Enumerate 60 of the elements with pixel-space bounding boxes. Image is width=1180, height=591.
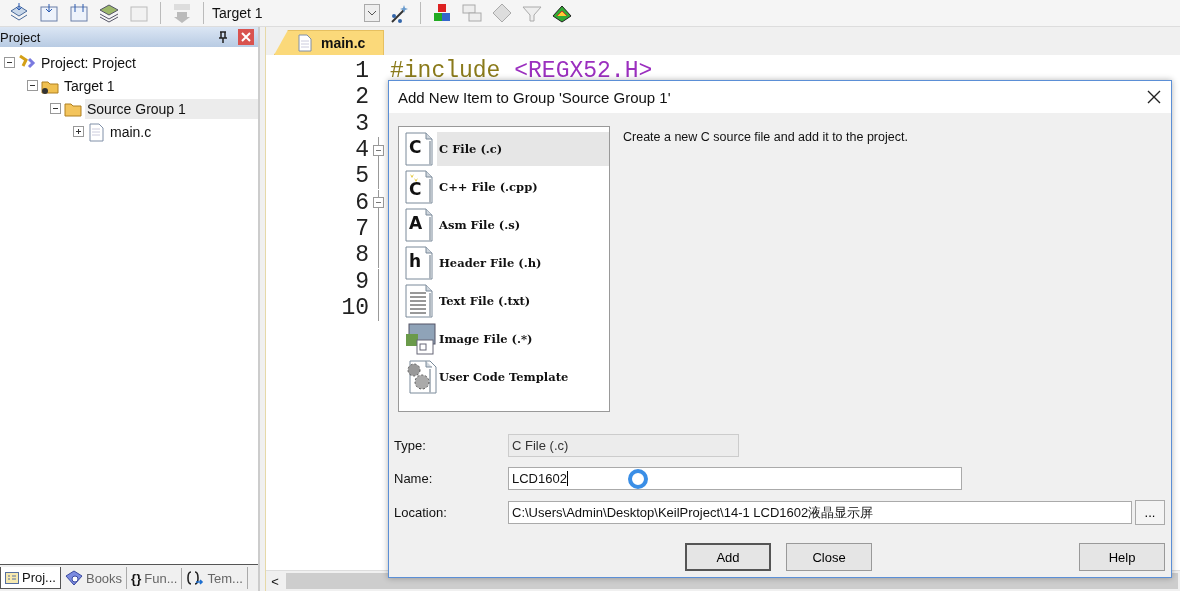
field-label: Name: [394,471,434,486]
browse-button[interactable]: ... [1135,500,1165,525]
line-number: 9 [354,268,369,295]
code-token: <REGX52.H> [514,58,653,85]
file-icon [297,34,313,52]
panel-tab[interactable]: Tem... [182,567,248,589]
expander-icon[interactable] [73,126,84,137]
input-field[interactable]: LCD1602 [508,467,962,490]
panel-tab[interactable]: {} Fun... [127,567,183,589]
tree-item[interactable]: main.c [108,121,258,142]
text-file-icon [405,284,433,318]
dialog-button[interactable]: Add [685,543,771,571]
line-number: 8 [354,242,369,269]
list-item[interactable]: Asm File (.s) [437,208,609,242]
panel-title: Project [0,29,41,45]
project-window-icon [5,571,19,584]
code-token: #include [390,58,501,85]
braces-icon: {} [131,570,142,586]
expander-icon[interactable] [50,103,61,114]
input-field[interactable]: C:\Users\Admin\Desktop\KeilProject\14-1 LCD1602液晶显示屏 [508,501,1132,524]
line-number: 3 [354,110,369,137]
field-label: Type: [394,438,427,453]
expander-icon[interactable] [27,80,38,91]
fold-icon[interactable] [373,144,384,156]
fold-icon[interactable] [373,197,384,209]
scroll-left-arrow[interactable]: < [266,573,284,589]
list-item[interactable]: Header File (.h) [437,246,609,280]
pin-icon[interactable] [216,30,230,44]
layers-icon[interactable] [98,2,120,24]
list-item[interactable]: User Code Template [437,360,609,394]
list-item[interactable]: Image File (.*) [437,322,609,356]
close-icon[interactable] [1147,90,1161,104]
editor-tab[interactable]: main.c [274,30,385,55]
line-number: 10 [340,294,369,321]
description-text: Create a new C source file and add it to the project. [623,129,908,146]
list-item[interactable]: Text File (.txt) [437,284,609,318]
line-number: 6 [354,189,369,216]
dialog-button[interactable]: Close [786,543,872,571]
tree-item[interactable]: Source Group 1 [85,98,258,119]
file-icon [86,121,106,142]
target-dropdown[interactable]: Target 1 [212,4,382,22]
line-number: 7 [354,215,369,242]
gears-file-icon [405,360,437,394]
tree-item[interactable]: Target 1 [62,75,258,96]
line-number: 1 [354,58,369,85]
dialog-title: Add New Item to Group 'Source Group 1' [398,88,671,106]
line-number: 5 [354,163,369,190]
tree-item[interactable]: Project: Project [39,52,258,73]
braces-arrow-icon [186,570,205,586]
panel-tab[interactable]: Books [60,567,128,589]
line-number: 4 [354,137,369,164]
image-file-icon [405,322,437,356]
panel-tab[interactable]: Proj... [0,567,61,589]
line-number: 2 [354,84,369,111]
field-label: Location: [394,505,448,520]
dialog-button[interactable]: Help [1079,543,1165,571]
blocks-icon[interactable] [431,2,453,24]
list-item[interactable]: C File (.c) [437,132,609,166]
expander-icon[interactable] [4,57,15,68]
list-item[interactable]: C++ File (.cpp) [437,170,609,204]
